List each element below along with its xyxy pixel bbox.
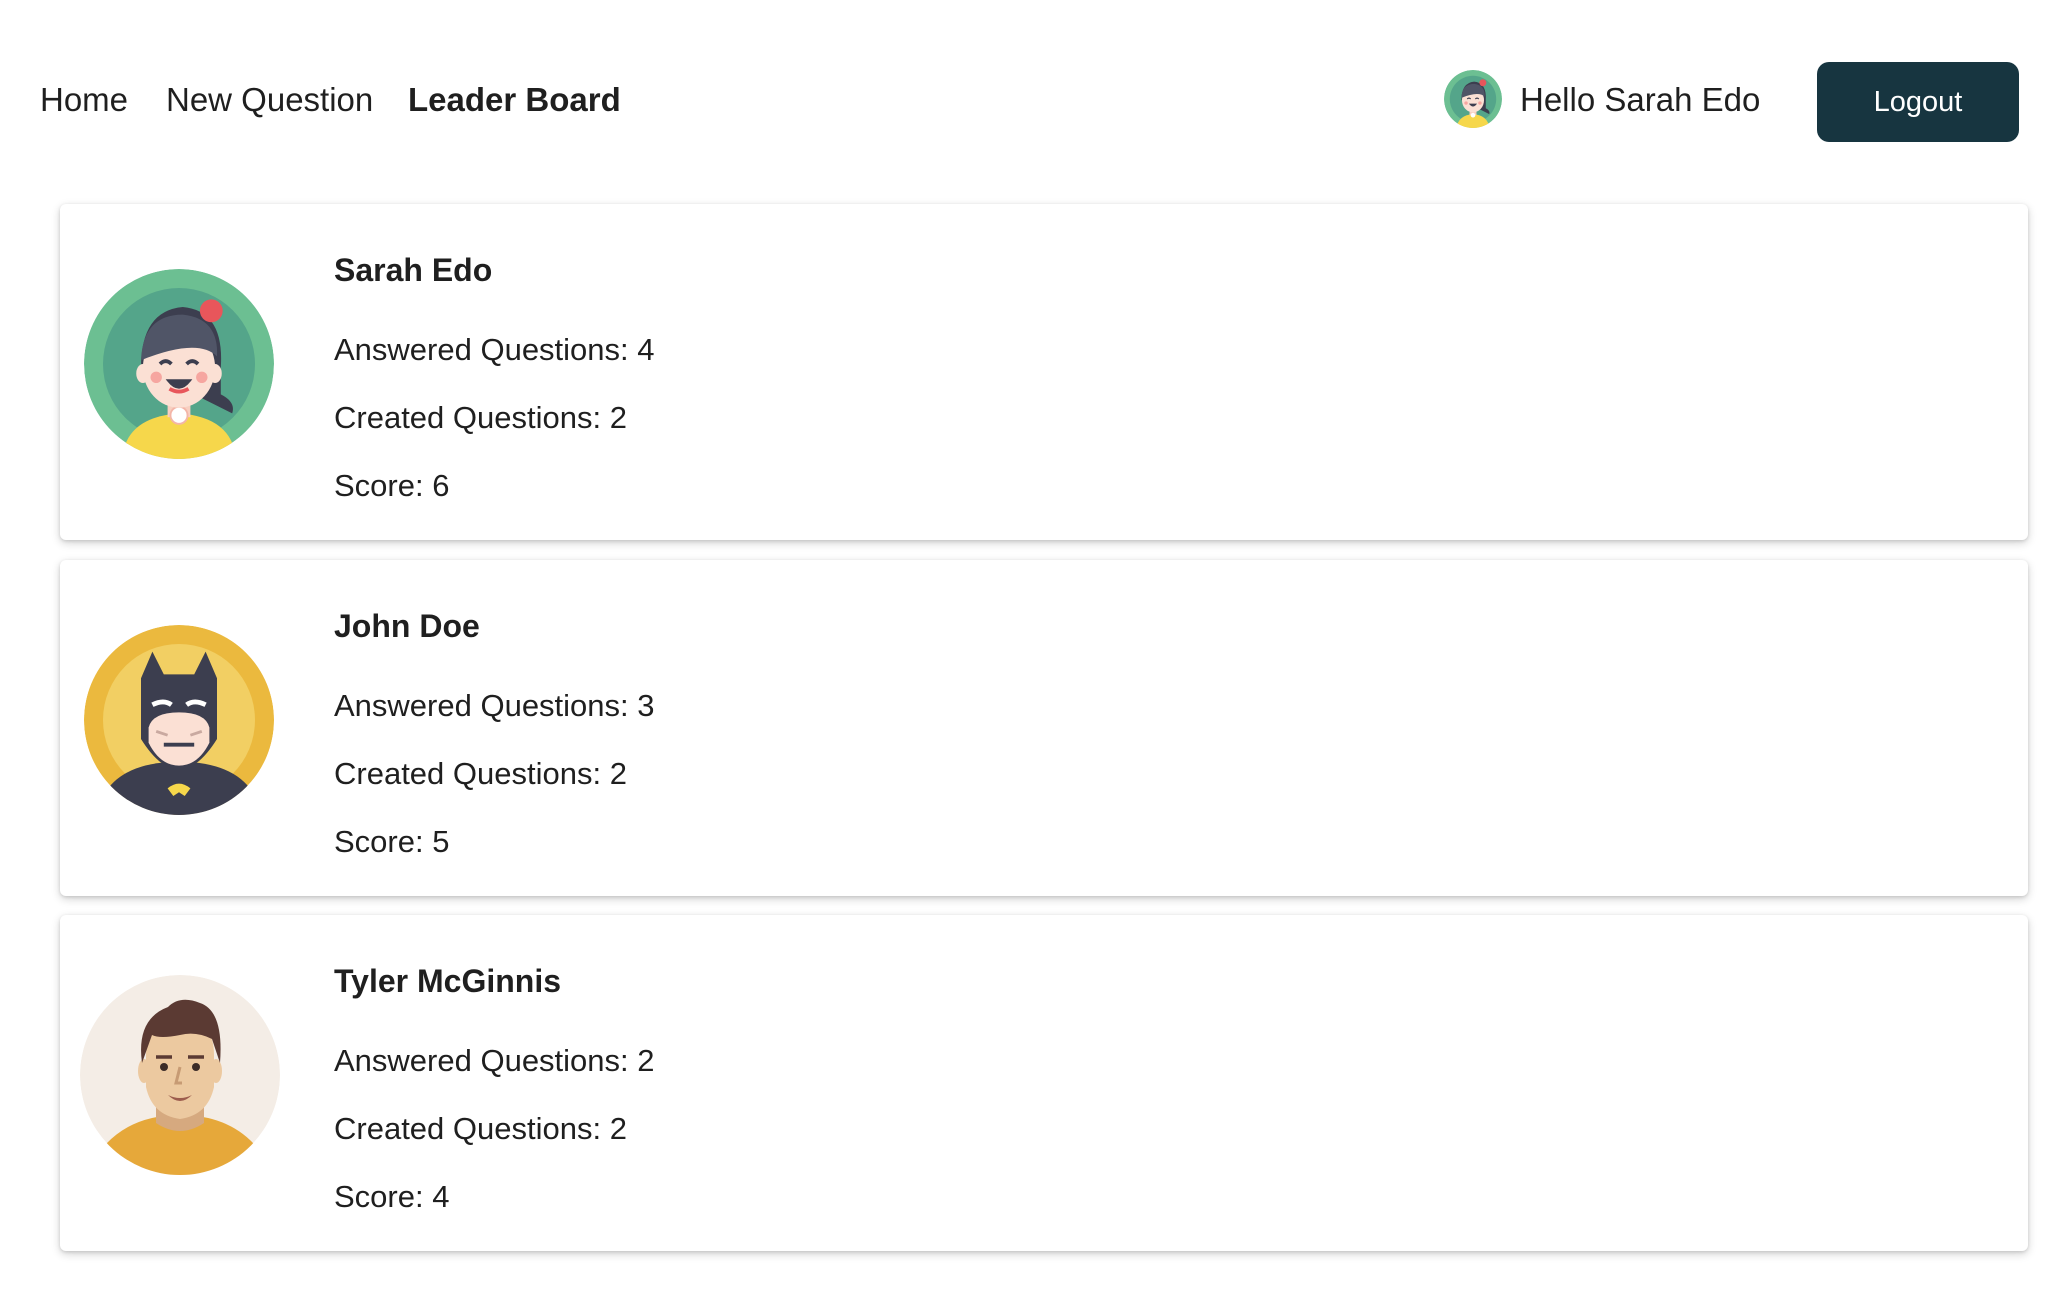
answered-questions: Answered Questions: 4: [334, 332, 655, 367]
nav-new-question-link[interactable]: New Question: [166, 80, 373, 120]
created-questions: Created Questions: 2: [334, 756, 627, 791]
user-name: Sarah Edo: [334, 252, 493, 288]
created-questions: Created Questions: 2: [334, 1111, 627, 1146]
answered-questions: Answered Questions: 2: [334, 1043, 655, 1078]
leaderboard-card: Sarah Edo Answered Questions: 4 Created …: [60, 204, 2028, 540]
logout-button[interactable]: Logout: [1817, 62, 2019, 142]
user-name: John Doe: [334, 608, 480, 644]
leaderboard-card: John Doe Answered Questions: 3 Created Q…: [60, 560, 2028, 896]
man-avatar-icon: [80, 975, 280, 1175]
score: Score: 5: [334, 824, 450, 859]
leaderboard-card: Tyler McGinnis Answered Questions: 2 Cre…: [60, 915, 2028, 1251]
batman-avatar-icon: [84, 625, 274, 815]
nav-leader-board-link[interactable]: Leader Board: [408, 80, 621, 120]
user-name: Tyler McGinnis: [334, 963, 562, 999]
score: Score: 6: [334, 468, 450, 503]
answered-questions: Answered Questions: 3: [334, 688, 655, 723]
top-nav: Home New Question Leader Board Hello Sar…: [0, 0, 2064, 200]
created-questions: Created Questions: 2: [334, 400, 627, 435]
girl-avatar-icon: [1444, 70, 1502, 128]
nav-home-link[interactable]: Home: [40, 80, 128, 120]
user-greeting: Hello Sarah Edo: [1520, 81, 1761, 118]
score: Score: 4: [334, 1179, 450, 1214]
girl-avatar-icon: [84, 269, 274, 459]
